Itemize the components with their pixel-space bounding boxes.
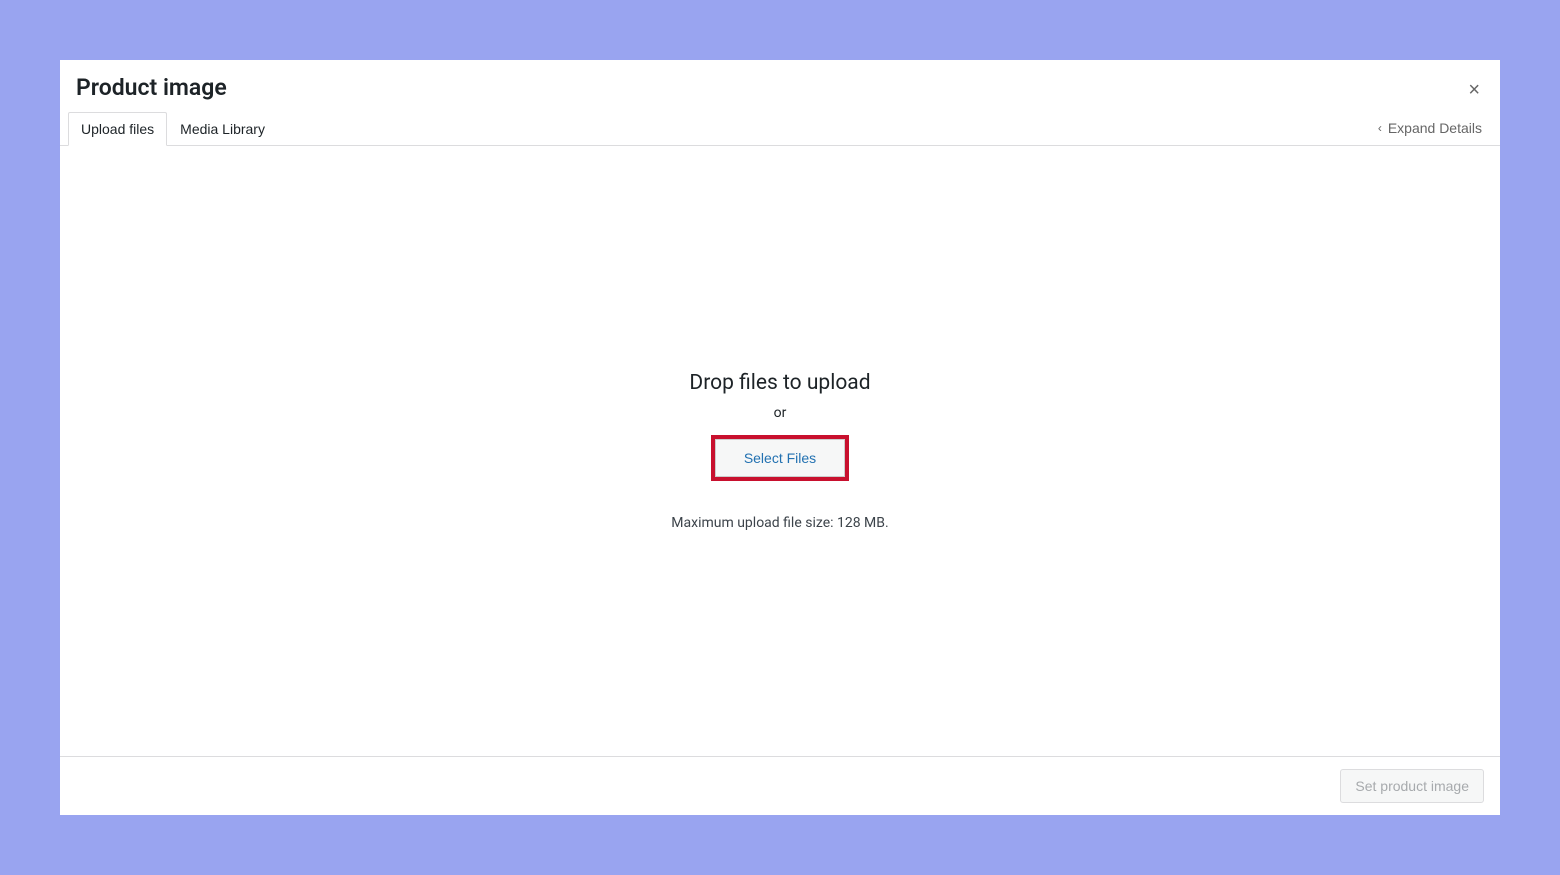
- modal-footer: Set product image: [60, 756, 1500, 815]
- modal-title: Product image: [76, 74, 1484, 101]
- or-text: or: [774, 405, 787, 421]
- close-button[interactable]: ×: [1468, 80, 1480, 100]
- select-files-button[interactable]: Select Files: [715, 439, 845, 477]
- tab-upload-files[interactable]: Upload files: [68, 112, 167, 146]
- chevron-left-icon: ‹: [1378, 121, 1382, 135]
- tab-label: Upload files: [81, 121, 154, 137]
- close-icon: ×: [1468, 79, 1480, 101]
- set-product-image-button[interactable]: Set product image: [1340, 769, 1484, 803]
- modal-header: Product image ×: [60, 60, 1500, 111]
- tab-media-library[interactable]: Media Library: [167, 112, 278, 146]
- tabs: Upload files Media Library: [68, 111, 278, 145]
- max-upload-size-text: Maximum upload file size: 128 MB.: [671, 515, 888, 531]
- expand-details-button[interactable]: ‹ Expand Details: [1378, 120, 1482, 136]
- product-image-modal: Product image × Upload files Media Libra…: [60, 60, 1500, 815]
- expand-details-label: Expand Details: [1388, 120, 1482, 136]
- tab-label: Media Library: [180, 121, 265, 137]
- drop-files-heading: Drop files to upload: [689, 371, 870, 395]
- upload-area[interactable]: Drop files to upload or Select Files Max…: [60, 146, 1500, 756]
- select-files-highlight: Select Files: [711, 435, 849, 481]
- tabs-row: Upload files Media Library ‹ Expand Deta…: [60, 111, 1500, 146]
